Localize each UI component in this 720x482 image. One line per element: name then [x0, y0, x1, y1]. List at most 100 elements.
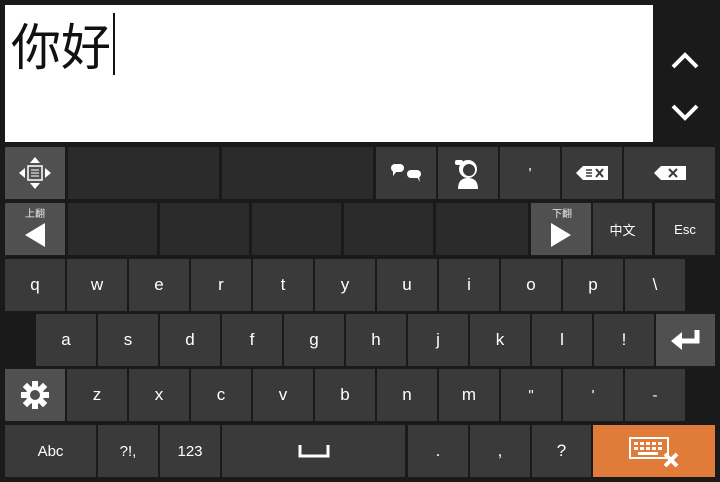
apostrophe-key-label: ' — [528, 164, 532, 182]
page-down-button[interactable]: 下翻 — [531, 203, 591, 255]
move-keyboard-button[interactable] — [5, 147, 65, 199]
chat-button[interactable] — [376, 147, 436, 199]
key-d[interactable]: d — [160, 314, 220, 366]
key-x-label: x — [154, 385, 164, 404]
key-period[interactable]: . — [408, 425, 468, 477]
key-backslash-label: \ — [652, 275, 658, 294]
key-hyphen[interactable]: - — [625, 369, 685, 421]
scroll-up-button[interactable] — [661, 35, 709, 85]
key-comma[interactable]: , — [470, 425, 530, 477]
language-toggle-button[interactable]: 中文 — [593, 203, 652, 255]
key-f-label: f — [249, 330, 255, 349]
backspace-button[interactable] — [624, 147, 715, 199]
key-c[interactable]: c — [191, 369, 251, 421]
enter-button[interactable] — [656, 314, 715, 366]
candidate-slot-1[interactable] — [68, 147, 219, 199]
text-input-area[interactable]: 你好 — [5, 5, 653, 142]
key-exclamation[interactable]: ! — [594, 314, 654, 366]
key-i-label: i — [467, 275, 471, 294]
key-k[interactable]: k — [470, 314, 530, 366]
key-backslash[interactable]: \ — [625, 259, 685, 311]
key-m-label: m — [461, 385, 477, 404]
key-r[interactable]: r — [191, 259, 251, 311]
key-k-label: k — [495, 330, 505, 349]
gear-icon — [21, 381, 49, 409]
esc-label: Esc — [674, 221, 696, 237]
candidate-slot-3[interactable] — [68, 203, 157, 255]
key-j[interactable]: j — [408, 314, 468, 366]
candidate-slot-2[interactable] — [222, 147, 373, 199]
key-e-label: e — [154, 275, 164, 294]
key-h[interactable]: h — [346, 314, 406, 366]
space-icon — [298, 445, 329, 458]
chevron-up-icon — [671, 52, 699, 69]
punctuation-button[interactable]: ?!, — [98, 425, 158, 477]
key-x[interactable]: x — [129, 369, 189, 421]
move-handle-icon — [19, 157, 51, 189]
key-g[interactable]: g — [284, 314, 344, 366]
key-question[interactable]: ? — [532, 425, 591, 477]
backspace-icon — [653, 166, 686, 180]
key-b[interactable]: b — [315, 369, 375, 421]
key-g-label: g — [309, 330, 319, 349]
key-q[interactable]: q — [5, 259, 65, 311]
page-up-label: 上翻 — [25, 209, 45, 220]
input-text: 你好 — [11, 19, 111, 77]
numbers-label: 123 — [177, 442, 203, 460]
scroll-down-button[interactable] — [661, 88, 709, 138]
key-z[interactable]: z — [67, 369, 127, 421]
input-text-line: 你好 — [11, 13, 115, 78]
page-down-label: 下翻 — [552, 209, 572, 220]
space-bar[interactable] — [222, 425, 405, 477]
key-m[interactable]: m — [439, 369, 499, 421]
key-i[interactable]: i — [439, 259, 499, 311]
page-up-button[interactable]: 上翻 — [5, 203, 65, 255]
language-toggle-label: 中文 — [609, 222, 636, 238]
candidate-slot-4[interactable] — [160, 203, 249, 255]
key-l[interactable]: l — [532, 314, 592, 366]
clear-all-button[interactable] — [562, 147, 622, 199]
key-single-quote[interactable]: ' — [563, 369, 623, 421]
key-y[interactable]: y — [315, 259, 375, 311]
key-v-label: v — [278, 385, 288, 404]
key-o-label: o — [526, 275, 536, 294]
key-t-label: t — [280, 275, 286, 294]
key-question-label: ? — [556, 441, 567, 460]
key-a[interactable]: a — [36, 314, 96, 366]
key-w-label: w — [90, 275, 104, 294]
key-f[interactable]: f — [222, 314, 282, 366]
key-n[interactable]: n — [377, 369, 437, 421]
key-hyphen-label: - — [652, 386, 658, 404]
candidate-slot-7[interactable] — [436, 203, 528, 255]
key-v[interactable]: v — [253, 369, 313, 421]
settings-button[interactable] — [5, 369, 65, 421]
key-w[interactable]: w — [67, 259, 127, 311]
clear-all-icon — [576, 166, 608, 180]
key-u[interactable]: u — [377, 259, 437, 311]
key-o[interactable]: o — [501, 259, 561, 311]
key-s[interactable]: s — [98, 314, 158, 366]
esc-button[interactable]: Esc — [655, 203, 715, 255]
key-d-label: d — [185, 330, 195, 349]
abc-button[interactable]: Abc — [5, 425, 96, 477]
voice-input-button[interactable] — [438, 147, 498, 199]
key-z-label: z — [92, 385, 102, 404]
apostrophe-key[interactable]: ' — [500, 147, 560, 199]
key-a-label: a — [61, 330, 71, 349]
text-caret — [113, 13, 115, 75]
key-p-label: p — [588, 275, 598, 294]
numbers-button[interactable]: 123 — [160, 425, 220, 477]
key-y-label: y — [340, 275, 350, 294]
key-e[interactable]: e — [129, 259, 189, 311]
key-double-quote[interactable]: " — [501, 369, 561, 421]
key-t[interactable]: t — [253, 259, 313, 311]
candidate-slot-6[interactable] — [344, 203, 433, 255]
hide-keyboard-button[interactable] — [593, 425, 715, 477]
key-single-quote-label: ' — [591, 386, 595, 404]
key-l-label: l — [560, 330, 564, 349]
key-period-label: . — [435, 441, 441, 460]
person-speaking-icon — [455, 160, 478, 189]
key-p[interactable]: p — [563, 259, 623, 311]
candidate-slot-5[interactable] — [252, 203, 341, 255]
key-j-label: j — [436, 330, 440, 349]
